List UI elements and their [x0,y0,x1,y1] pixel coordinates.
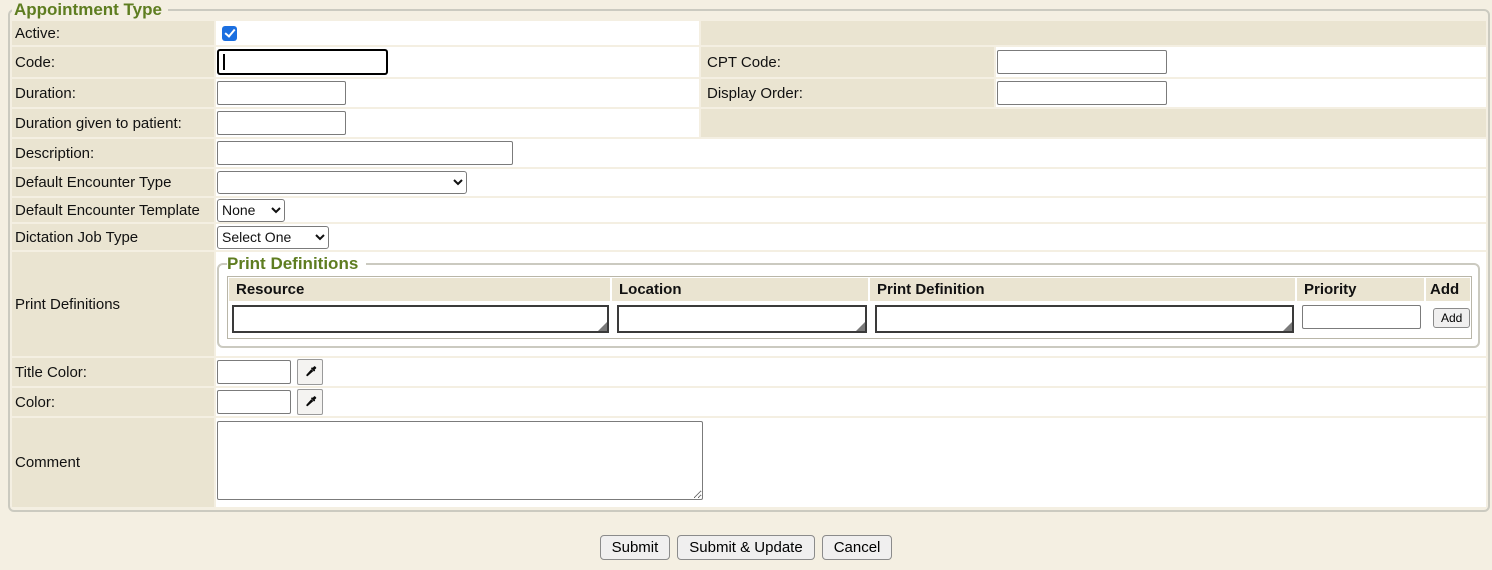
page-title: Appointment Type [12,0,168,20]
row-print-definitions: Print Definitions Print Definitions Reso… [12,252,1486,356]
row-code: Code: CPT Code: [12,47,1486,77]
print-definitions-table: Resource Location Print Definition Prior… [227,276,1472,339]
cancel-button[interactable]: Cancel [822,535,893,560]
default-encounter-type-select[interactable] [217,171,467,194]
duration-input[interactable] [217,81,346,105]
column-header-priority: Priority [1297,278,1424,301]
print-definitions-legend: Print Definitions [227,254,366,274]
appointment-type-fieldset: Appointment Type Active: Code: CPT Code: [8,0,1490,512]
submit-button[interactable]: Submit [600,535,671,560]
print-definitions-input-row: Add [228,302,1471,338]
field-label-cpt-code: CPT Code: [701,47,994,77]
field-label-duration: Duration: [12,79,214,107]
field-label-comment: Comment [12,418,214,507]
row-default-encounter-template: Default Encounter Template None [12,198,1486,222]
field-label-duration-given-to-patient: Duration given to patient: [12,109,214,137]
field-label-print-definitions: Print Definitions [12,252,214,356]
row-active-spacer [701,21,1486,45]
field-label-code: Code: [12,47,214,77]
duration-given-to-patient-input[interactable] [217,111,346,135]
row-duration-patient-spacer [701,109,1486,137]
priority-input[interactable] [1302,305,1421,329]
title-color-input[interactable] [217,360,291,384]
field-label-dictation-job-type: Dictation Job Type [12,224,214,250]
add-button[interactable]: Add [1433,308,1470,328]
row-description: Description: [12,139,1486,167]
comment-textarea[interactable] [217,421,703,500]
print-definitions-header-row: Resource Location Print Definition Prior… [228,277,1471,302]
active-checkbox[interactable] [222,26,237,41]
print-definition-listbox[interactable] [875,305,1294,333]
dictation-job-type-select[interactable]: Select One [217,226,329,249]
field-label-active: Active: [12,21,214,45]
color-picker-button[interactable] [297,389,323,415]
code-input[interactable] [217,49,388,75]
cpt-code-input[interactable] [997,50,1167,74]
form-action-bar: Submit Submit & Update Cancel [0,535,1492,560]
print-definitions-fieldset: Print Definitions Resource Location Prin… [217,254,1480,348]
default-encounter-template-select[interactable]: None [217,199,285,222]
title-color-picker-button[interactable] [297,359,323,385]
eyedropper-icon [302,364,318,380]
field-label-color: Color: [12,388,214,416]
column-header-location: Location [612,278,868,301]
row-title-color: Title Color: [12,358,1486,386]
field-label-default-encounter-template: Default Encounter Template [12,198,214,222]
eyedropper-icon [302,394,318,410]
text-caret [223,54,225,70]
display-order-input[interactable] [997,81,1167,105]
row-duration: Duration: Display Order: [12,79,1486,107]
description-input[interactable] [217,141,513,165]
row-default-encounter-type: Default Encounter Type [12,169,1486,196]
column-header-print-definition: Print Definition [870,278,1295,301]
field-label-description: Description: [12,139,214,167]
row-dictation-job-type: Dictation Job Type Select One [12,224,1486,250]
row-active: Active: [12,21,1486,45]
resource-listbox[interactable] [232,305,609,333]
column-header-add: Add [1426,278,1470,301]
column-header-resource: Resource [229,278,610,301]
location-listbox[interactable] [617,305,867,333]
appointment-type-form: Active: Code: CPT Code: Duration: [12,21,1486,507]
submit-and-update-button[interactable]: Submit & Update [677,535,814,560]
color-input[interactable] [217,390,291,414]
row-duration-given-to-patient: Duration given to patient: [12,109,1486,137]
row-comment: Comment [12,418,1486,507]
row-color: Color: [12,388,1486,416]
field-label-default-encounter-type: Default Encounter Type [12,169,214,196]
field-label-title-color: Title Color: [12,358,214,386]
field-label-display-order: Display Order: [701,79,994,107]
